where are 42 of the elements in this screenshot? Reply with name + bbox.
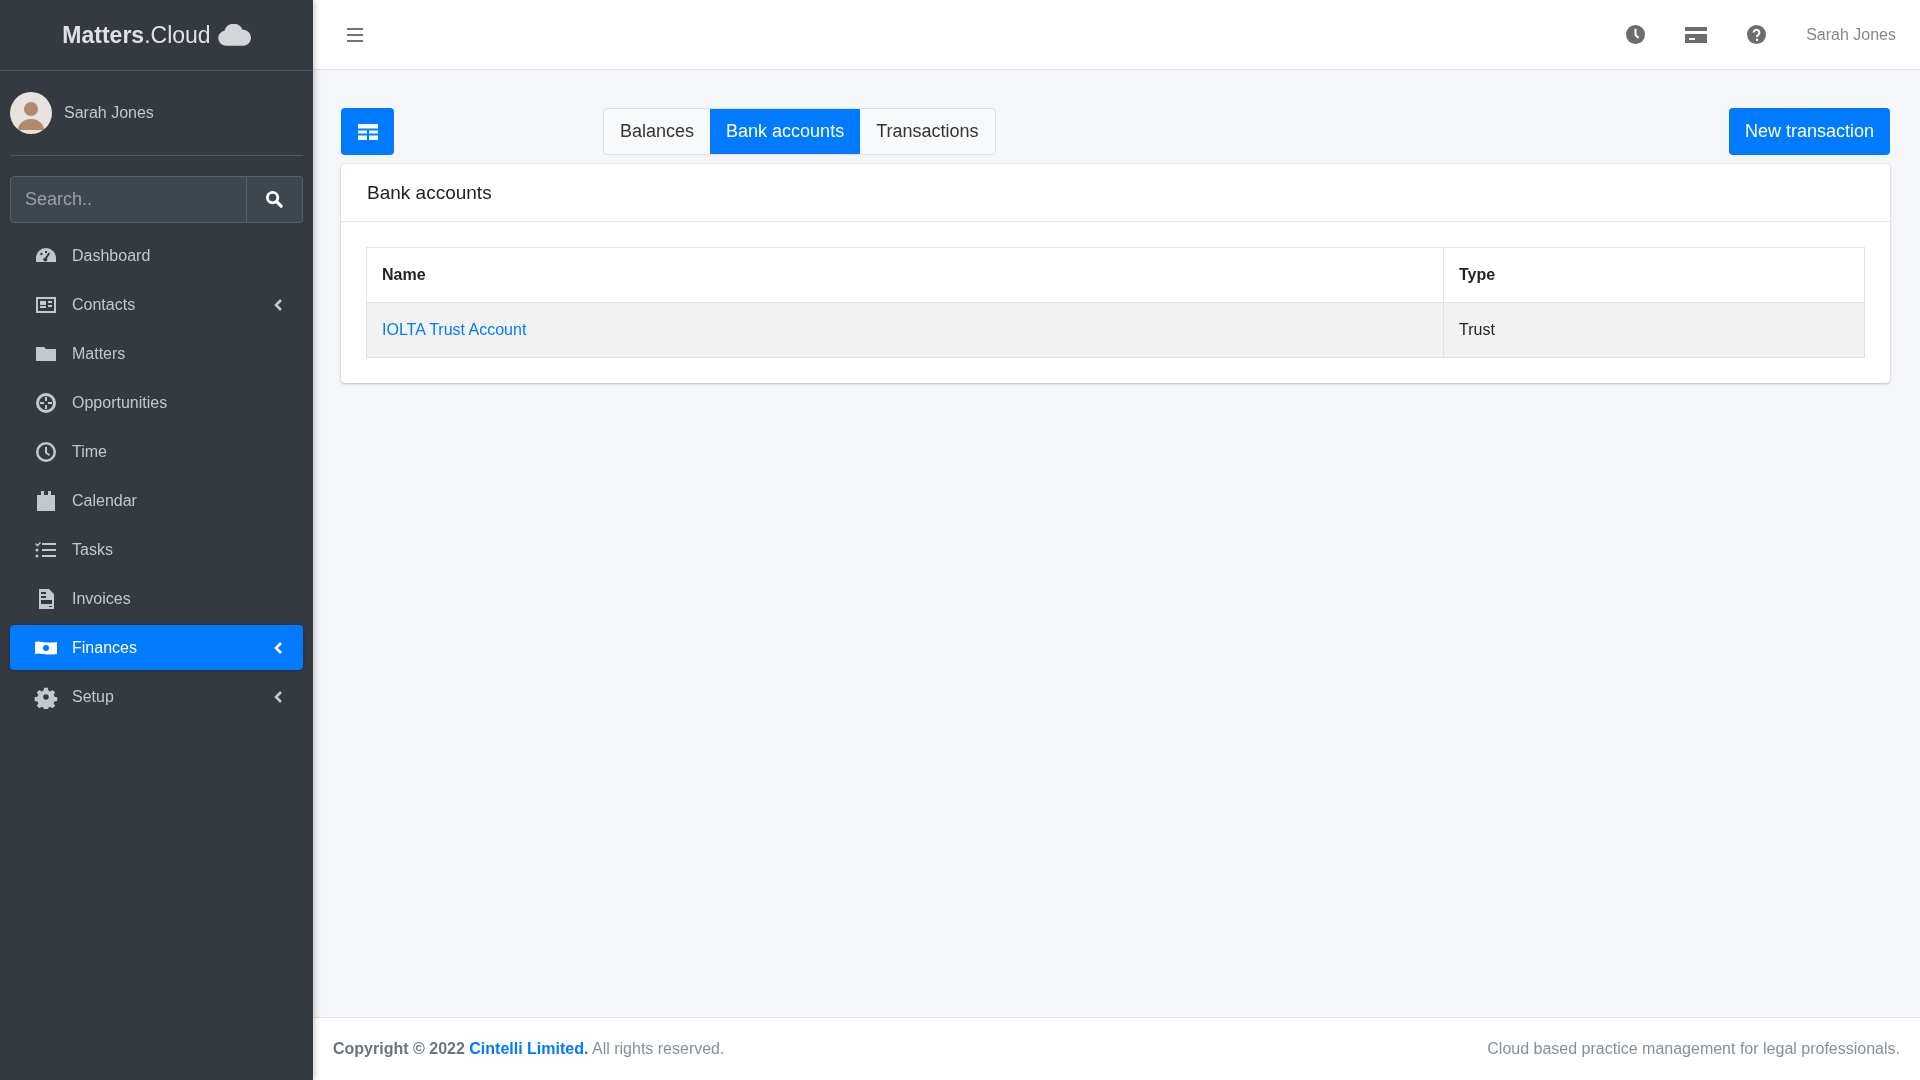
copyright-text: Copyright © 2022 Cintelli Limited. All rights reserved.: [333, 1040, 725, 1058]
clock-icon: [34, 439, 58, 464]
new-transaction-button[interactable]: New transaction: [1728, 108, 1890, 155]
chevron-left-icon: [273, 689, 283, 704]
search-icon: [265, 190, 284, 209]
search-field[interactable]: Search..: [10, 176, 247, 223]
account-link[interactable]: IOLTA Trust Account: [382, 321, 527, 338]
column-header: Type: [1443, 247, 1865, 303]
sidebar-item[interactable]: Setup: [10, 674, 303, 719]
table-cell: Trust: [1443, 302, 1865, 358]
search-button[interactable]: [247, 176, 303, 223]
cloud-icon: [216, 24, 251, 46]
sidebar-item[interactable]: Finances: [10, 625, 303, 670]
clock-icon[interactable]: [1626, 25, 1646, 44]
calendar-icon: [34, 488, 58, 513]
sidebar-item[interactable]: Invoices: [10, 576, 303, 621]
column-header: Name: [366, 247, 1444, 303]
credit-card-icon[interactable]: [1685, 26, 1708, 43]
crosshair-icon: [34, 390, 58, 415]
sidebar-item[interactable]: Time: [10, 429, 303, 474]
help-icon[interactable]: [1747, 25, 1767, 44]
sidebar-item[interactable]: Opportunities: [10, 380, 303, 425]
sidebar-item[interactable]: Dashboard: [10, 233, 303, 278]
card-title: Bank accounts: [367, 181, 492, 204]
avatar: [10, 92, 52, 134]
tab[interactable]: Balances: [604, 109, 711, 154]
grid-view-button[interactable]: [341, 108, 394, 155]
tagline: Cloud based practice management for legal professionals.: [1487, 1040, 1900, 1058]
tab[interactable]: Transactions: [860, 109, 995, 154]
table-icon: [357, 123, 378, 140]
tab[interactable]: Bank accounts: [710, 109, 861, 154]
sidebar-item[interactable]: Matters: [10, 331, 303, 376]
chevron-left-icon: [273, 640, 283, 655]
user-menu[interactable]: Sarah Jones: [1806, 25, 1896, 44]
sidebar-item[interactable]: Tasks: [10, 527, 303, 572]
menu-icon[interactable]: [347, 27, 363, 42]
user-name: Sarah Jones: [64, 104, 154, 122]
app-logo[interactable]: Matters.Cloud: [62, 21, 211, 49]
chevron-left-icon: [273, 297, 283, 312]
company-link[interactable]: Cintelli Limited.: [469, 1040, 589, 1057]
sidebar-item[interactable]: Calendar: [10, 478, 303, 523]
sidebar-item[interactable]: Contacts: [10, 282, 303, 327]
